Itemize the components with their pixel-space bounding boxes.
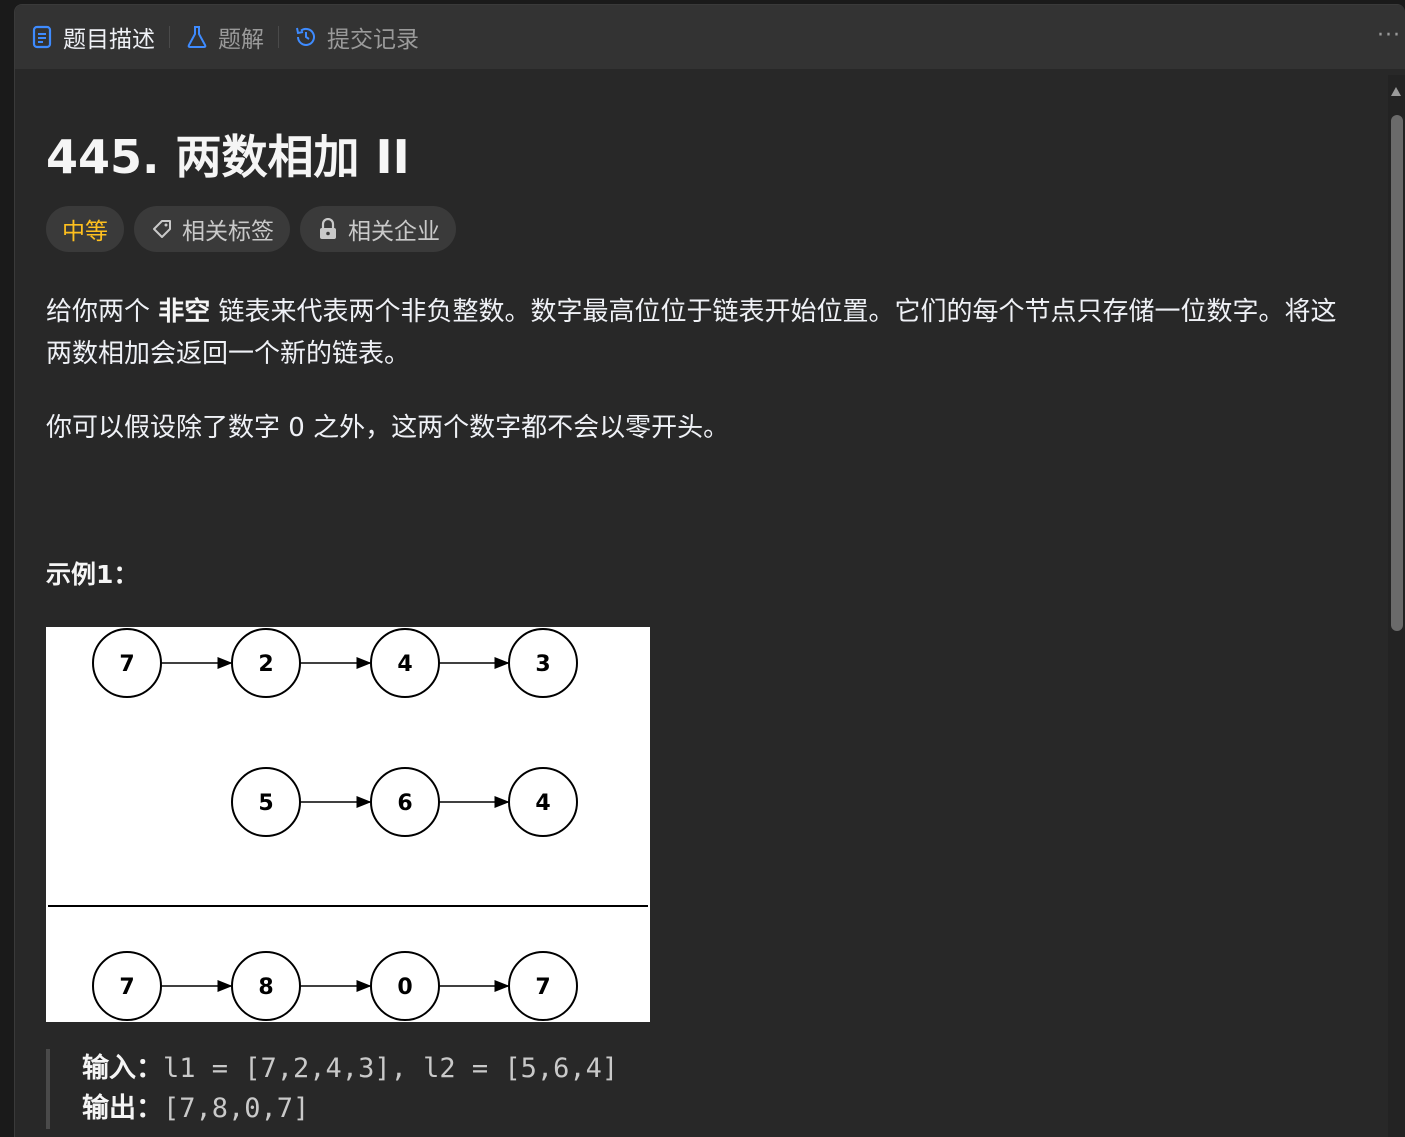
related-companies-button[interactable]: 相关企业 [300,206,456,252]
example-title: 示例1： [46,560,139,589]
output-line: 输出：[7,8,0,7] [82,1089,618,1129]
related-companies-label: 相关企业 [348,219,440,245]
list-node-value: 7 [119,652,134,677]
more-options-icon[interactable]: ··· [1377,23,1401,48]
output-value: [7,8,0,7] [163,1093,310,1124]
list-node-value: 6 [397,791,412,816]
example-io: 输入：l1 = [7,2,4,3], l2 = [5,6,4] 输出：[7,8,… [46,1049,618,1129]
problem-title: 445. 两数相加 II [46,130,410,184]
related-tags-label: 相关标签 [182,219,274,245]
difficulty-badge[interactable]: 中等 [46,206,124,252]
scroll-up-arrow-icon[interactable] [1391,87,1401,96]
list-node-value: 2 [258,652,273,677]
problem-note: 你可以假设除了数字 0 之外，这两个数字都不会以零开头。 [46,413,730,443]
flask-icon [184,24,210,50]
list-node-value: 3 [535,652,550,677]
lock-icon [316,217,340,241]
linked-list-diagram: 7 2 4 3 5 6 4 7 8 0 7 [48,628,648,1021]
desc-text: 给你两个 [46,297,159,327]
input-line: 输入：l1 = [7,2,4,3], l2 = [5,6,4] [82,1049,618,1089]
tab-bar: 题目描述 题解 提交记录 ··· [15,5,1405,69]
input-value: l1 = [7,2,4,3], l2 = [5,6,4] [163,1053,619,1084]
tab-submissions-label: 提交记录 [327,27,419,53]
problem-tags: 中等 相关标签 相关企业 [46,206,456,252]
tab-solutions-label: 题解 [218,27,264,53]
problem-description: 给你两个 非空 链表来代表两个非负整数。数字最高位位于链表开始位置。它们的每个节… [46,291,1346,375]
tab-submissions[interactable]: 提交记录 [279,5,433,69]
tab-solutions[interactable]: 题解 [170,5,278,69]
problem-panel: 题目描述 题解 提交记录 ··· 445. 两数相加 II 中等 相关标签 相关… [14,4,1405,1137]
tag-icon [150,217,174,241]
tab-description[interactable]: 题目描述 [15,5,169,69]
list-node-value: 5 [258,791,273,816]
list-node-value: 4 [397,652,412,677]
input-label: 输入： [82,1053,163,1084]
output-label: 输出： [82,1093,163,1124]
list-node-value: 0 [397,975,412,1000]
scrollbar-thumb[interactable] [1391,115,1403,631]
related-tags-button[interactable]: 相关标签 [134,206,290,252]
tab-description-label: 题目描述 [63,27,155,53]
list-node-value: 8 [258,975,273,1000]
desc-text: 链表来代表两个非负整数。数字最高位位于链表开始位置。它们的每个节点只存储一位数字… [46,297,1337,369]
list-node-value: 7 [535,975,550,1000]
history-icon [293,24,319,50]
desc-emphasis: 非空 [158,297,211,327]
document-icon [29,24,55,50]
list-node-value: 7 [119,975,134,1000]
list-node-value: 4 [535,791,550,816]
example-figure: 7 2 4 3 5 6 4 7 8 0 7 [46,627,650,1022]
